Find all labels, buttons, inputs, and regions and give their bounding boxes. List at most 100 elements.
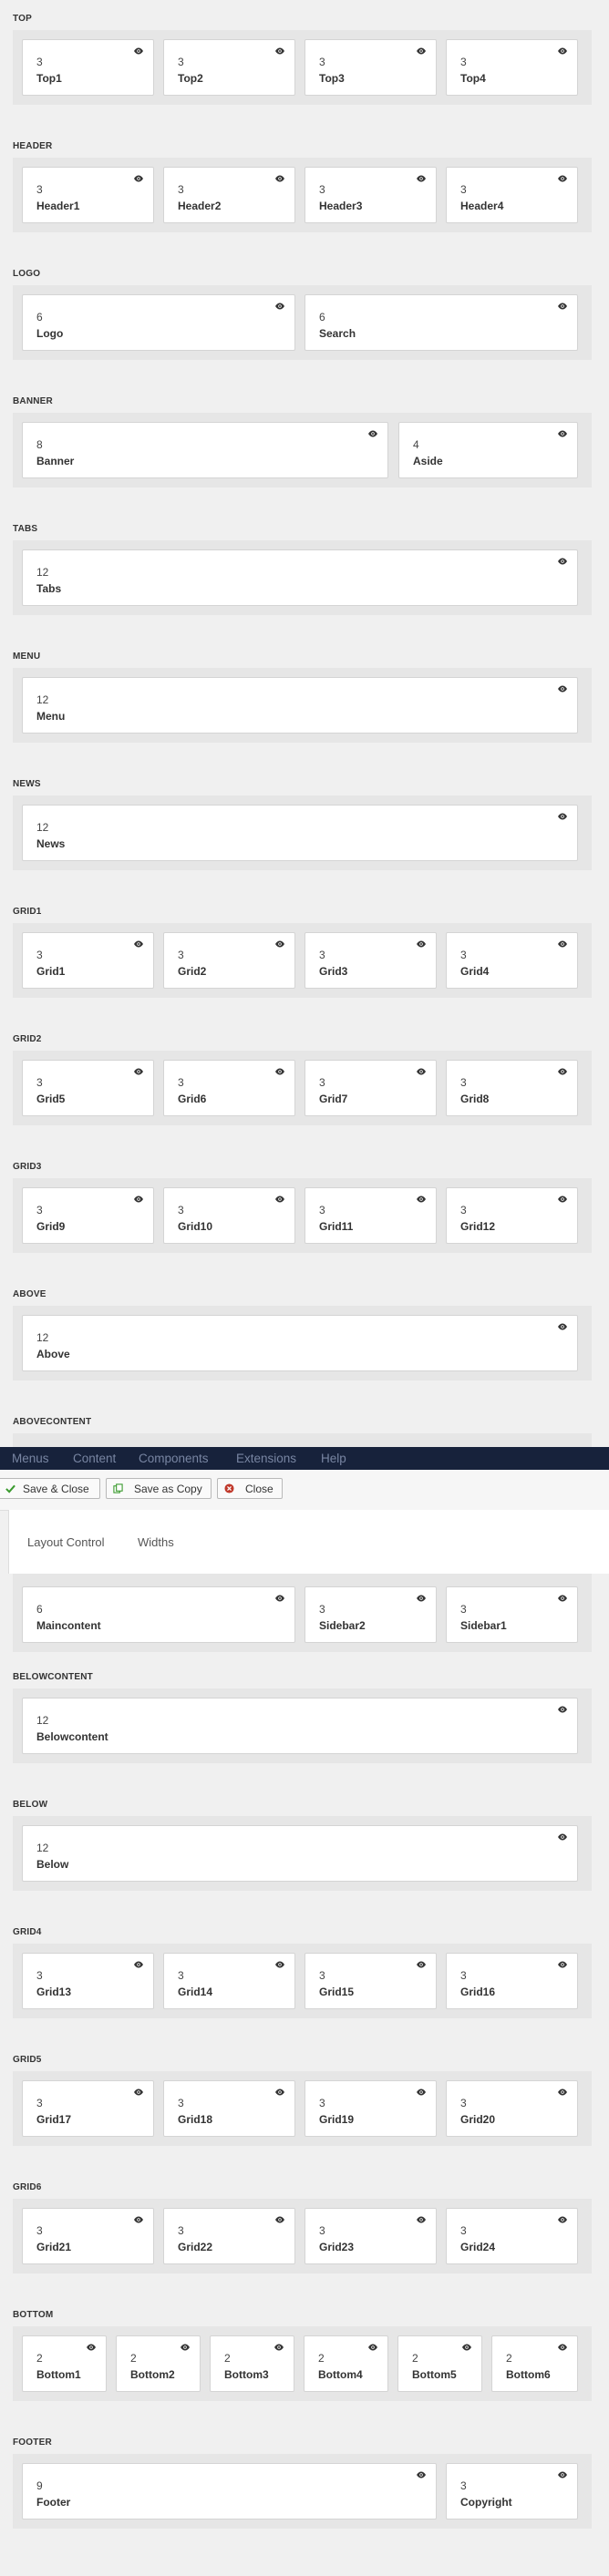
tab-layout-control[interactable]: Layout Control — [27, 1535, 105, 1549]
module-card[interactable]: 3 Top2 — [163, 39, 295, 96]
eye-icon[interactable] — [557, 558, 568, 565]
module-card[interactable]: 12 News — [22, 805, 578, 861]
eye-icon[interactable] — [416, 1068, 427, 1075]
module-card[interactable]: 3 Grid10 — [163, 1187, 295, 1244]
eye-icon[interactable] — [557, 47, 568, 55]
eye-icon[interactable] — [416, 940, 427, 948]
module-card[interactable]: 3 Grid7 — [304, 1060, 437, 1116]
module-card[interactable]: 3 Top4 — [446, 39, 578, 96]
module-card[interactable]: 3 Grid11 — [304, 1187, 437, 1244]
module-card[interactable]: 12 Below — [22, 1825, 578, 1882]
eye-icon[interactable] — [367, 430, 378, 437]
save-close-button[interactable]: Save & Close — [0, 1478, 100, 1499]
eye-icon[interactable] — [461, 2344, 472, 2351]
eye-icon[interactable] — [557, 303, 568, 310]
nav-components[interactable]: Components — [139, 1452, 209, 1465]
module-card[interactable]: 3 Top1 — [22, 39, 154, 96]
module-card[interactable]: 3 Grid2 — [163, 932, 295, 989]
eye-icon[interactable] — [133, 1068, 144, 1075]
eye-icon[interactable] — [86, 2344, 97, 2351]
eye-icon[interactable] — [557, 1196, 568, 1203]
eye-icon[interactable] — [557, 685, 568, 693]
eye-icon[interactable] — [557, 430, 568, 437]
module-card[interactable]: 3 Grid21 — [22, 2208, 154, 2264]
module-card[interactable]: 3 Grid14 — [163, 1953, 295, 2009]
module-card[interactable]: 3 Grid5 — [22, 1060, 154, 1116]
module-card[interactable]: 3 Grid16 — [446, 1953, 578, 2009]
eye-icon[interactable] — [416, 2471, 427, 2479]
module-card[interactable]: 3 Grid12 — [446, 1187, 578, 1244]
eye-icon[interactable] — [557, 1961, 568, 1968]
eye-icon[interactable] — [416, 1595, 427, 1602]
module-card[interactable]: 3 Grid22 — [163, 2208, 295, 2264]
eye-icon[interactable] — [416, 175, 427, 182]
eye-icon[interactable] — [274, 2216, 285, 2223]
eye-icon[interactable] — [133, 175, 144, 182]
eye-icon[interactable] — [274, 1068, 285, 1075]
eye-icon[interactable] — [557, 1706, 568, 1713]
eye-icon[interactable] — [274, 2344, 284, 2351]
module-card[interactable]: 3 Grid24 — [446, 2208, 578, 2264]
module-card[interactable]: 6 Logo — [22, 294, 295, 351]
eye-icon[interactable] — [133, 2089, 144, 2096]
module-card[interactable]: 9 Footer — [22, 2463, 437, 2520]
eye-icon[interactable] — [367, 2344, 378, 2351]
module-card[interactable]: 12 Menu — [22, 677, 578, 734]
eye-icon[interactable] — [274, 2089, 285, 2096]
eye-icon[interactable] — [133, 940, 144, 948]
module-card[interactable]: 2 Bottom6 — [491, 2335, 578, 2392]
eye-icon[interactable] — [274, 1196, 285, 1203]
eye-icon[interactable] — [133, 1961, 144, 1968]
module-card[interactable]: 2 Bottom1 — [22, 2335, 107, 2392]
module-card[interactable]: 3 Grid9 — [22, 1187, 154, 1244]
eye-icon[interactable] — [274, 175, 285, 182]
eye-icon[interactable] — [274, 47, 285, 55]
module-card[interactable]: 3 Grid1 — [22, 932, 154, 989]
eye-icon[interactable] — [133, 47, 144, 55]
eye-icon[interactable] — [557, 2216, 568, 2223]
nav-content[interactable]: Content — [73, 1452, 116, 1465]
module-card[interactable]: 3 Sidebar1 — [446, 1586, 578, 1643]
close-button[interactable]: Close — [217, 1478, 283, 1499]
nav-menus[interactable]: Menus — [12, 1452, 49, 1465]
module-card[interactable]: 3 Header4 — [446, 167, 578, 223]
eye-icon[interactable] — [557, 940, 568, 948]
module-card[interactable]: 2 Bottom3 — [210, 2335, 294, 2392]
module-card[interactable]: 3 Grid20 — [446, 2080, 578, 2137]
module-card[interactable]: 3 Top3 — [304, 39, 437, 96]
module-card[interactable]: 3 Grid8 — [446, 1060, 578, 1116]
module-card[interactable]: 2 Bottom2 — [116, 2335, 201, 2392]
module-card[interactable]: 12 Tabs — [22, 549, 578, 606]
eye-icon[interactable] — [557, 2344, 568, 2351]
eye-icon[interactable] — [416, 1196, 427, 1203]
nav-help[interactable]: Help — [321, 1452, 346, 1465]
module-card[interactable]: 8 Banner — [22, 422, 388, 478]
module-card[interactable]: 3 Grid18 — [163, 2080, 295, 2137]
eye-icon[interactable] — [416, 47, 427, 55]
eye-icon[interactable] — [274, 1595, 285, 1602]
module-card[interactable]: 3 Grid19 — [304, 2080, 437, 2137]
module-card[interactable]: 3 Header2 — [163, 167, 295, 223]
save-copy-button[interactable]: Save as Copy — [106, 1478, 212, 1499]
module-card[interactable]: 12 Belowcontent — [22, 1698, 578, 1754]
module-card[interactable]: 3 Grid3 — [304, 932, 437, 989]
nav-extensions[interactable]: Extensions — [236, 1452, 296, 1465]
eye-icon[interactable] — [557, 1068, 568, 1075]
eye-icon[interactable] — [557, 1595, 568, 1602]
eye-icon[interactable] — [557, 1833, 568, 1841]
module-card[interactable]: 3 Grid23 — [304, 2208, 437, 2264]
module-card[interactable]: 3 Grid6 — [163, 1060, 295, 1116]
module-card[interactable]: 2 Bottom4 — [304, 2335, 388, 2392]
eye-icon[interactable] — [133, 2216, 144, 2223]
eye-icon[interactable] — [133, 1196, 144, 1203]
module-card[interactable]: 3 Copyright — [446, 2463, 578, 2520]
eye-icon[interactable] — [416, 2089, 427, 2096]
eye-icon[interactable] — [416, 1961, 427, 1968]
module-card[interactable]: 6 Search — [304, 294, 578, 351]
module-card[interactable]: 2 Bottom5 — [397, 2335, 482, 2392]
module-card[interactable]: 4 Aside — [398, 422, 578, 478]
module-card[interactable]: 3 Header1 — [22, 167, 154, 223]
eye-icon[interactable] — [274, 303, 285, 310]
module-card[interactable]: 3 Grid4 — [446, 932, 578, 989]
eye-icon[interactable] — [557, 2089, 568, 2096]
